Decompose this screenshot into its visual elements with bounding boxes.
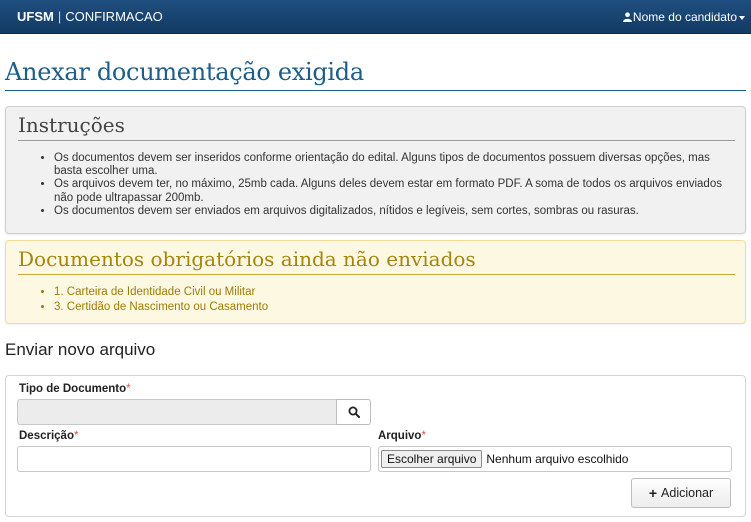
required-marker: * — [73, 430, 79, 442]
description-label-text: Descrição — [19, 430, 74, 442]
instructions-list: Os documentos devem ser inseridos confor… — [54, 152, 734, 218]
brand-subtitle: CONFIRMACAO — [65, 9, 163, 24]
choose-file-button[interactable]: Escolher arquivo — [381, 450, 483, 468]
add-button[interactable]: + Adicionar — [631, 478, 731, 508]
document-type-label: Tipo de Documento* — [19, 383, 131, 395]
caret-down-icon — [739, 15, 745, 20]
file-label: Arquivo* — [378, 430, 426, 442]
description-input[interactable] — [17, 446, 371, 472]
user-menu-toggle[interactable]: Nome do candidato — [622, 10, 745, 24]
pending-documents-list: 1. Carteira de Identidade Civil ou Milit… — [54, 285, 714, 315]
instruction-item: Os documentos devem ser inseridos confor… — [54, 152, 734, 178]
brand[interactable]: UFSM | CONFIRMACAO — [17, 9, 163, 24]
file-input[interactable]: Escolher arquivo Nenhum arquivo escolhid… — [378, 446, 732, 472]
pending-document-item: 3. Certidão de Nascimento ou Casamento — [54, 300, 714, 315]
plus-icon: + — [648, 485, 658, 501]
pending-document-item: 1. Carteira de Identidade Civil ou Milit… — [54, 285, 714, 300]
instruction-item: Os arquivos devem ter, no máximo, 25mb c… — [54, 178, 734, 204]
document-type-field[interactable] — [17, 399, 337, 425]
add-button-label: Adicionar — [661, 486, 714, 500]
file-status-text: Nenhum arquivo escolhido — [486, 452, 629, 466]
upload-form: Tipo de Documento* Descrição* Arquivo* E… — [5, 375, 746, 517]
instruction-item: Os documentos devem ser enviados em arqu… — [54, 205, 734, 218]
instructions-heading: Instruções — [18, 113, 735, 141]
brand-name: UFSM — [17, 9, 54, 24]
instructions-panel: Instruções Os documentos devem ser inser… — [5, 106, 746, 234]
file-label-text: Arquivo — [378, 430, 422, 442]
required-marker: * — [421, 430, 426, 442]
brand-separator: | — [57, 9, 62, 24]
user-name: Nome do candidato — [632, 10, 737, 24]
required-marker: * — [126, 383, 131, 395]
description-label: Descrição* — [19, 430, 78, 442]
user-icon — [622, 12, 632, 22]
page-title: Anexar documentação exigida — [5, 58, 746, 91]
top-navbar: UFSM | CONFIRMACAO Nome do candidato — [0, 0, 751, 34]
document-type-label-text: Tipo de Documento — [19, 383, 127, 395]
document-type-search-button[interactable] — [336, 399, 371, 425]
upload-section-title: Enviar novo arquivo — [5, 340, 156, 359]
search-icon — [348, 406, 360, 418]
pending-documents-panel: Documentos obrigatórios ainda não enviad… — [5, 240, 746, 324]
pending-documents-heading: Documentos obrigatórios ainda não enviad… — [18, 247, 735, 275]
